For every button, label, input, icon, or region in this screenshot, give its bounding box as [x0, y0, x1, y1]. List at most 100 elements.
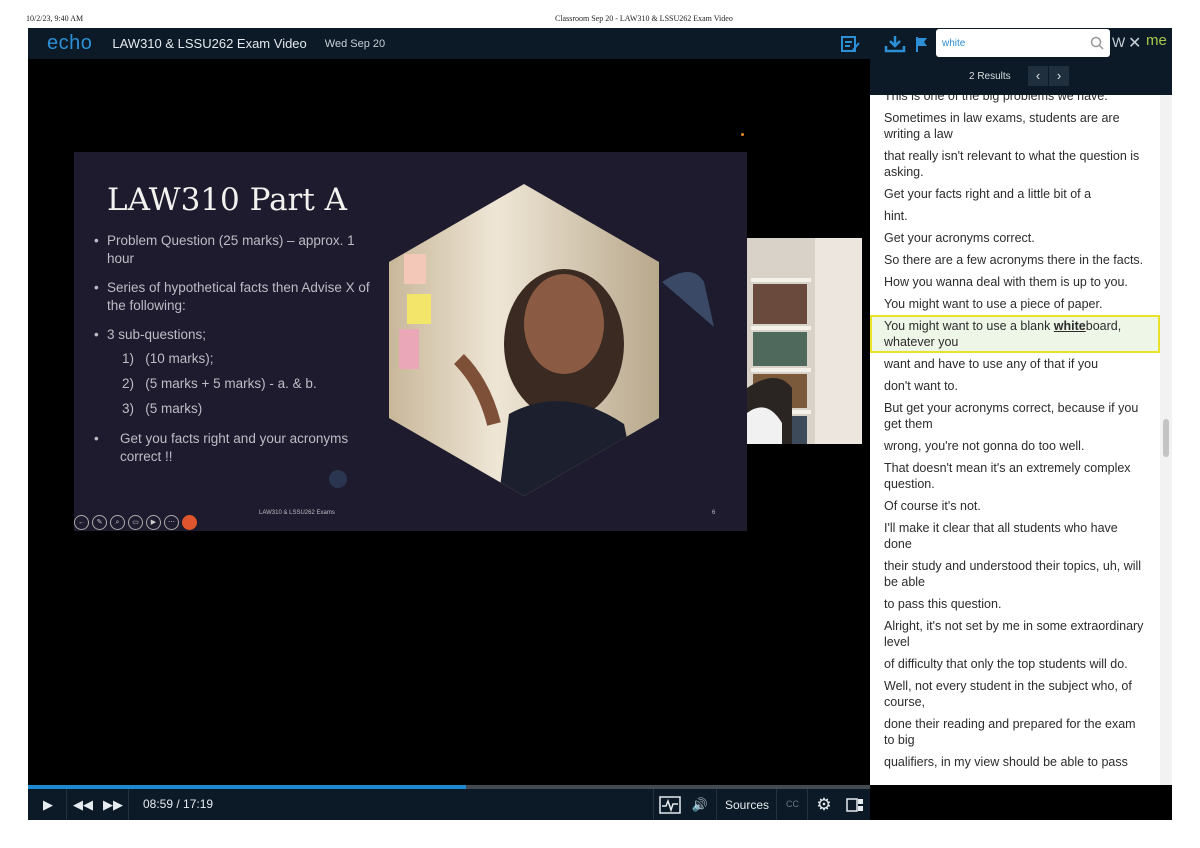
- transcript-line[interactable]: That doesn't mean it's an extremely comp…: [870, 457, 1160, 495]
- transcript-line[interactable]: How you wanna deal with them is up to yo…: [870, 271, 1160, 293]
- camera-feed: [747, 238, 862, 444]
- transcript-line[interactable]: Alright, it's not set by me in some extr…: [870, 615, 1160, 653]
- bullet-item: • Get you facts right and your acronyms c…: [92, 430, 365, 466]
- close-search-icon[interactable]: ✕: [1128, 33, 1141, 53]
- back-icon[interactable]: ←: [74, 515, 89, 530]
- play-icon[interactable]: ▶: [34, 789, 62, 820]
- transcript-line[interactable]: qualifiers, in my view should be able to…: [870, 751, 1160, 773]
- transcript-line[interactable]: want and have to use any of that if you: [870, 353, 1160, 375]
- transcript-line[interactable]: hint.: [870, 205, 1160, 227]
- side-panel-footer: [870, 785, 1172, 820]
- bullet-text: Series of hypothetical facts then Advise…: [107, 280, 370, 313]
- notes-icon[interactable]: [840, 35, 860, 53]
- sub-text: (10 marks);: [145, 351, 214, 366]
- volume-icon[interactable]: 🔊: [687, 789, 713, 820]
- search-results-count: 2 Results: [969, 71, 1011, 82]
- pen-icon[interactable]: ✎: [92, 515, 107, 530]
- transcript-line[interactable]: don't want to.: [870, 375, 1160, 397]
- side-panel-header: W ✕ me 2 Results ‹ ›: [870, 28, 1172, 95]
- next-result-button[interactable]: ›: [1049, 66, 1069, 86]
- echo-logo[interactable]: echo: [47, 32, 92, 55]
- sub-text: (5 marks): [145, 401, 203, 416]
- bullet-dot: •: [94, 233, 99, 248]
- download-icon[interactable]: [884, 35, 906, 53]
- bullet-item: • 3 sub-questions;: [92, 326, 377, 344]
- sub-number: 3): [122, 401, 135, 416]
- divider: [807, 789, 808, 820]
- more-icon[interactable]: ⋯: [164, 515, 179, 530]
- sources-button[interactable]: Sources: [725, 798, 769, 812]
- bullet-text: Problem Question (25 marks) – approx. 1 …: [107, 233, 355, 266]
- bullet-dot: •: [94, 280, 99, 295]
- transcript-line[interactable]: Get your facts right and a little bit of…: [870, 183, 1160, 205]
- sub-item: 3) (5 marks): [92, 400, 377, 418]
- echo-player-app: echo LAW310 & LSSU262 Exam Video Wed Sep…: [28, 28, 1172, 820]
- fast-forward-icon[interactable]: ▶▶: [100, 789, 126, 820]
- bullet-dot: •: [94, 327, 99, 342]
- slide-hexagon-photo: [389, 184, 659, 496]
- slide-number: 6: [712, 510, 716, 516]
- divider: [66, 789, 67, 820]
- search-match: white: [1053, 319, 1086, 333]
- transcript-line[interactable]: to pass this question.: [870, 593, 1160, 615]
- zoom-icon[interactable]: ⌕: [110, 515, 125, 530]
- top-bar: echo LAW310 & LSSU262 Exam Video Wed Sep…: [28, 28, 870, 59]
- transcript-line[interactable]: Well, not every student in the subject w…: [870, 675, 1160, 713]
- flag-icon[interactable]: [914, 35, 934, 53]
- course-title: LAW310 & LSSU262 Exam Video: [112, 36, 307, 51]
- transcript-panel: This is one of the big problems we have.…: [870, 95, 1160, 785]
- bullet-item: • Problem Question (25 marks) – approx. 1…: [92, 232, 377, 268]
- transcript-line[interactable]: Sometimes in law exams, students are are…: [870, 107, 1160, 145]
- transcript-line[interactable]: their study and understood their topics,…: [870, 555, 1160, 593]
- slide-bullets: • Problem Question (25 marks) – approx. 1…: [92, 232, 377, 477]
- transcript-line[interactable]: This is one of the big problems we have.: [870, 95, 1160, 107]
- captions-icon[interactable]: ▭: [128, 515, 143, 530]
- transcript-line[interactable]: But get your acronyms correct, because i…: [870, 397, 1160, 435]
- transcript-search-box: [936, 29, 1110, 57]
- sub-text: (5 marks + 5 marks) - a. & b.: [145, 376, 317, 391]
- layout-icon[interactable]: [842, 789, 868, 820]
- closed-captions-button[interactable]: CC: [786, 799, 799, 809]
- partial-label: W: [1112, 34, 1126, 50]
- sub-item: 2) (5 marks + 5 marks) - a. & b.: [92, 375, 377, 393]
- bullet-item: • Series of hypothetical facts then Advis…: [92, 279, 377, 315]
- transcript-line[interactable]: wrong, you're not gonna do too well.: [870, 435, 1160, 457]
- divider: [716, 789, 717, 820]
- slide-toolbar: ← ✎ ⌕ ▭ ▶ ⋯: [74, 515, 197, 530]
- rewind-icon[interactable]: ◀◀: [70, 789, 96, 820]
- status-dot: [741, 133, 744, 136]
- sub-number: 2): [122, 376, 135, 391]
- transcript-search-input[interactable]: [942, 34, 1082, 52]
- transcript-line[interactable]: Get your acronyms correct.: [870, 227, 1160, 249]
- slide-title: LAW310 Part A: [107, 182, 348, 218]
- transcript-line[interactable]: So there are a few acronyms there in the…: [870, 249, 1160, 271]
- record-icon[interactable]: [182, 515, 197, 530]
- highlighted-transcript-line[interactable]: You might want to use a blank whiteboard…: [870, 315, 1160, 353]
- transcript-line[interactable]: that really isn't relevant to what the q…: [870, 145, 1160, 183]
- settings-gear-icon[interactable]: ⚙: [811, 789, 837, 820]
- camera-icon[interactable]: ▶: [146, 515, 161, 530]
- bullet-text: Get you facts right and your acronyms co…: [120, 431, 349, 464]
- transcript-line[interactable]: Of course it's not.: [870, 495, 1160, 517]
- player-controls: ▶ ◀◀ ▶▶ 08:59 / 17:19 🔊 Sources CC ⚙: [28, 789, 870, 820]
- divider: [776, 789, 777, 820]
- print-datetime: 10/2/23, 9:40 AM: [26, 14, 84, 23]
- scrollbar-thumb[interactable]: [1163, 419, 1169, 457]
- bullet-dot: •: [94, 431, 99, 446]
- transcript-line[interactable]: done their reading and prepared for the …: [870, 713, 1160, 751]
- bookshelf-image: [747, 238, 862, 444]
- brand-fragment: me: [1146, 32, 1167, 49]
- transcript-line[interactable]: I'll make it clear that all students who…: [870, 517, 1160, 555]
- search-icon[interactable]: [1090, 36, 1104, 55]
- sub-number: 1): [122, 351, 135, 366]
- slide-footer: LAW310 & LSSU262 Exams: [259, 510, 335, 516]
- bullet-text: 3 sub-questions;: [107, 327, 207, 342]
- activity-icon[interactable]: [657, 789, 683, 820]
- divider: [128, 789, 129, 820]
- transcript-scrollbar[interactable]: [1160, 95, 1172, 785]
- transcript-line[interactable]: of difficulty that only the top students…: [870, 653, 1160, 675]
- transcript-line[interactable]: You might want to use a piece of paper.: [870, 293, 1160, 315]
- presentation-slide: LAW310 Part A • Problem Question (25 mark…: [74, 152, 747, 531]
- previous-result-button[interactable]: ‹: [1028, 66, 1048, 86]
- decorative-circle-shape: [329, 470, 347, 488]
